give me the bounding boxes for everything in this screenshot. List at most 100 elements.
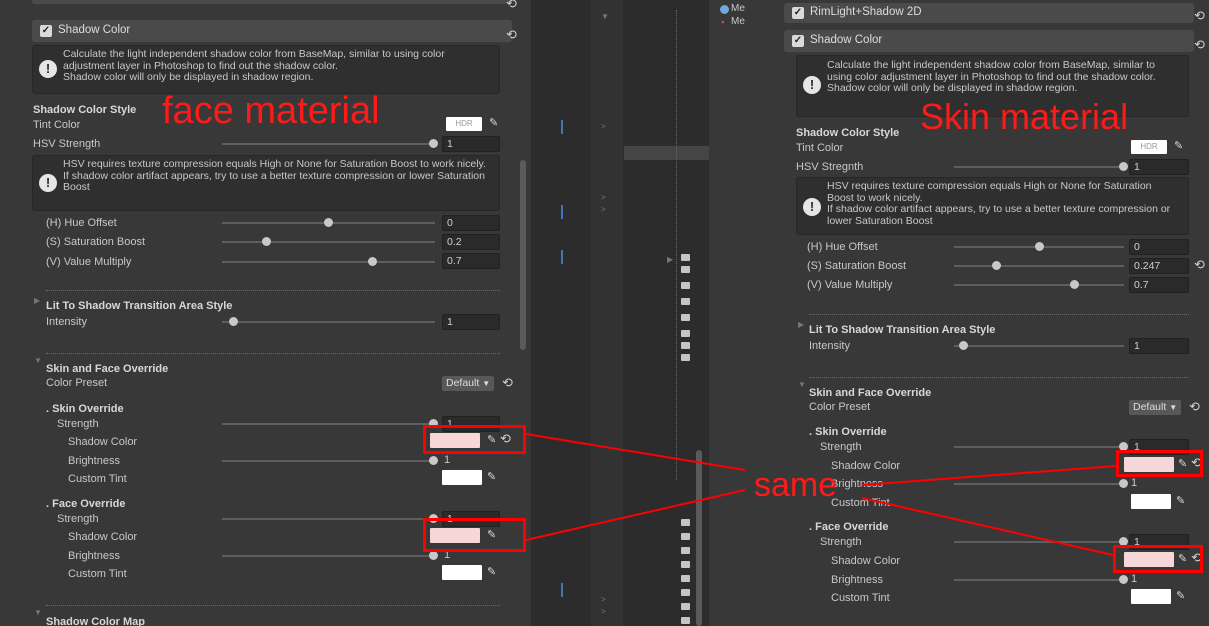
val-field[interactable]: 0.7 [1129,277,1189,293]
divider [809,377,1189,378]
revert-icon[interactable]: ⟲ [506,27,517,43]
preset-dropdown[interactable]: Default ▼ [1129,400,1181,415]
folder-icon [681,342,690,349]
expand-arrow-icon[interactable]: > [601,595,606,604]
hsv-slider-knob[interactable] [1119,162,1128,171]
revert-icon[interactable]: ⟲ [1194,37,1205,53]
brightness-slider-knob[interactable] [429,456,438,465]
hue-slider-knob[interactable] [1035,242,1044,251]
scrollbar-thumb[interactable] [520,160,526,350]
rimlight-header[interactable]: ✓ RimLight+Shadow 2D [784,3,1194,23]
preset-label: Color Preset [809,401,871,413]
sat-field[interactable]: 0.247 [1129,258,1189,274]
brightness-value[interactable]: 1 [1131,477,1137,489]
eyedropper-icon[interactable]: ✎ [1174,139,1183,152]
intensity-slider-knob[interactable] [959,341,968,350]
foldout-arrow-icon[interactable]: ▼ [34,608,42,617]
expand-arrow-icon[interactable]: > [601,607,606,616]
hsv-slider-track[interactable] [222,143,435,145]
intensity-field[interactable]: 1 [442,314,500,330]
sat-slider-knob[interactable] [992,261,1001,270]
preset-dropdown[interactable]: Default ▼ [442,376,494,391]
eyedropper-icon[interactable]: ✎ [487,470,496,483]
face-brightness-value[interactable]: 1 [1131,573,1137,585]
checkbox-icon[interactable]: ✓ [792,7,804,19]
expand-arrow-icon[interactable]: > [601,205,606,214]
hsv-slider-knob[interactable] [429,139,438,148]
strength-label: Strength [57,513,99,525]
expand-arrow-icon[interactable]: > [601,193,606,202]
face-brightness-slider-knob[interactable] [429,551,438,560]
custom-tint-label: Custom Tint [68,473,127,485]
intensity-field[interactable]: 1 [1129,338,1189,354]
sat-slider-knob[interactable] [262,237,271,246]
folder-icon [681,519,690,526]
expand-arrow-icon[interactable]: > [601,122,606,131]
revert-icon[interactable]: ⟲ [506,0,517,12]
strength-slider-track[interactable] [954,446,1124,448]
eyedropper-icon[interactable]: ✎ [489,116,498,129]
foldout-arrow-icon[interactable]: ▶ [34,296,40,305]
expand-arrow-icon[interactable]: ▶ [667,255,673,264]
hdr-color-field[interactable]: HDR [446,117,482,131]
hue-field[interactable]: 0 [1129,239,1189,255]
sat-field[interactable]: 0.2 [442,234,500,250]
foldout-arrow-icon[interactable]: ▼ [34,356,42,365]
brightness-slider-track[interactable] [222,460,435,462]
shadow-color-header[interactable]: ✓ Shadow Color [32,20,512,42]
custom-tint-swatch[interactable] [442,470,482,485]
face-brightness-slider-track[interactable] [222,555,435,557]
checkbox-icon[interactable]: ✓ [40,25,52,37]
preset-value: Default [1133,401,1167,413]
face-override-title: . Face Override [46,498,126,510]
face-strength-slider-track[interactable] [954,541,1124,543]
foldout-arrow-icon[interactable]: ▼ [798,380,806,389]
face-brightness-slider-knob[interactable] [1119,575,1128,584]
revert-icon[interactable]: ⟲ [1189,399,1200,415]
folder-icon [681,314,690,321]
sat-slider-track[interactable] [222,241,435,243]
brightness-slider-knob[interactable] [1119,479,1128,488]
folder-icon [681,266,690,273]
strength-slider-track[interactable] [222,423,435,425]
hue-field[interactable]: 0 [442,215,500,231]
intensity-slider-knob[interactable] [229,317,238,326]
eyedropper-icon[interactable]: ✎ [1176,589,1185,602]
val-field[interactable]: 0.7 [442,253,500,269]
sat-slider-track[interactable] [954,265,1124,267]
brightness-slider-track[interactable] [954,483,1124,485]
eyedropper-icon[interactable]: ✎ [1176,494,1185,507]
hsv-field[interactable]: 1 [442,136,500,152]
val-slider-track[interactable] [222,261,435,263]
val-slider-knob[interactable] [368,257,377,266]
strength-label: Strength [57,418,99,430]
hdr-color-field[interactable]: HDR [1131,140,1167,154]
face-strength-slider-track[interactable] [222,518,435,520]
val-label: (V) Value Multiply [46,256,132,268]
face-brightness-slider-track[interactable] [954,579,1124,581]
foldout-arrow-icon[interactable]: ▶ [798,320,804,329]
revert-icon[interactable]: ⟲ [1194,8,1205,24]
checkbox-icon[interactable]: ✓ [792,35,804,47]
eyedropper-icon[interactable]: ✎ [487,565,496,578]
intensity-slider-track[interactable] [954,345,1124,347]
hsv-field[interactable]: 1 [1129,159,1189,175]
shadow-color-header[interactable]: ✓ Shadow Color [784,30,1194,52]
brightness-value[interactable]: 1 [444,454,450,466]
hue-slider-knob[interactable] [324,218,333,227]
val-slider-knob[interactable] [1070,280,1079,289]
hsv-slider-track[interactable] [954,166,1124,168]
revert-icon[interactable]: ⟲ [1194,257,1205,273]
intensity-slider-track[interactable] [222,321,435,323]
custom-tint-swatch[interactable] [442,565,482,580]
expand-arrow-icon[interactable]: ▼ [601,12,609,21]
scrollbar-thumb[interactable] [696,450,702,626]
custom-tint-swatch[interactable] [1131,589,1171,604]
help-text: HSV requires texture compression equals … [63,158,486,193]
prev-section-header[interactable] [32,0,512,4]
revert-icon[interactable]: ⟲ [502,375,513,391]
custom-tint-swatch[interactable] [1131,494,1171,509]
right-skin-shadow-highlight [1116,450,1203,477]
custom-tint-label: Custom Tint [68,568,127,580]
val-slider-track[interactable] [954,284,1124,286]
